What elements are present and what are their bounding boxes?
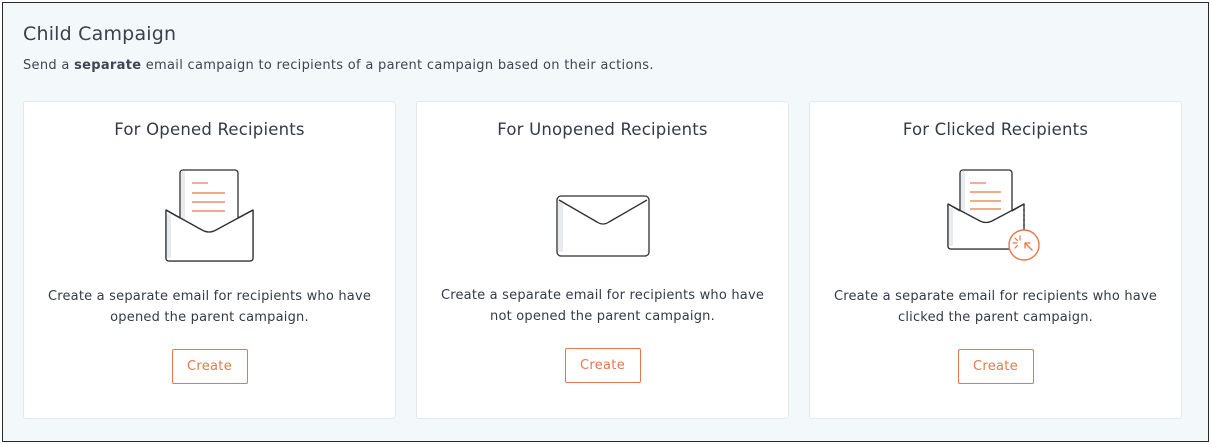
open-envelope-icon [164, 169, 254, 262]
card-opened-recipients: For Opened Recipients Create a separate [23, 101, 396, 419]
create-unopened-button[interactable]: Create [564, 348, 641, 383]
card-description-line2: not opened the parent campaign. [490, 309, 715, 324]
subtitle-suffix: email campaign to recipients of a parent… [141, 58, 654, 73]
subtitle-bold: separate [74, 58, 142, 73]
card-clicked-recipients: For Clicked Recipients Create a separate… [809, 101, 1182, 419]
card-description-line1: Create a separate email for recipients w… [833, 289, 1158, 304]
child-campaign-panel: Child Campaign Send a separate email cam… [2, 2, 1209, 442]
open-envelope-illustration [24, 166, 395, 262]
card-unopened-recipients: For Unopened Recipients Create a separat… [416, 101, 789, 419]
card-description-line1: Create a separate email for recipients w… [440, 288, 765, 303]
create-opened-button[interactable]: Create [171, 349, 248, 384]
closed-envelope-icon [555, 195, 650, 257]
page-title: Child Campaign [23, 23, 177, 45]
clicked-envelope-illustration [810, 166, 1181, 264]
card-description-line2: clicked the parent campaign. [897, 310, 1093, 325]
create-clicked-button[interactable]: Create [957, 349, 1034, 384]
card-description-line1: Create a separate email for recipients w… [47, 289, 372, 304]
card-description: Create a separate email for recipients w… [830, 286, 1161, 328]
card-title: For Opened Recipients [114, 120, 305, 139]
clicked-envelope-icon [946, 169, 1040, 261]
card-title: For Clicked Recipients [902, 120, 1089, 139]
card-description-line2: opened the parent campaign. [110, 310, 309, 325]
subtitle-prefix: Send a [23, 58, 75, 73]
card-description: Create a separate email for recipients w… [44, 286, 375, 328]
closed-envelope-illustration [417, 194, 788, 258]
card-description: Create a separate email for recipients w… [437, 285, 768, 327]
card-title: For Unopened Recipients [497, 120, 708, 139]
page-subtitle: Send a separate email campaign to recipi… [23, 58, 654, 73]
panel-header: Child Campaign Send a separate email cam… [23, 23, 654, 73]
